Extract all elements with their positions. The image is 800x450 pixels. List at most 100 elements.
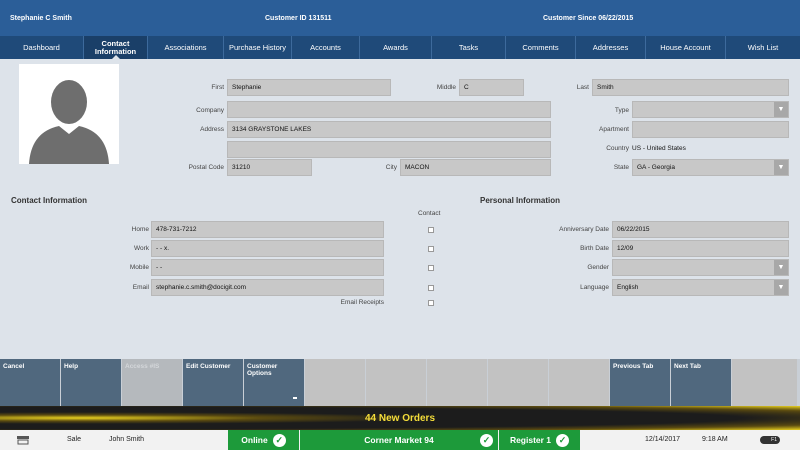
check-icon: ✓ [556, 433, 570, 447]
email-field[interactable]: stephanie.c.smith@docigit.com [151, 279, 384, 296]
customer-options-button[interactable]: Customer Options [244, 359, 304, 406]
previous-tab-button[interactable]: Previous Tab [610, 359, 670, 406]
function-toggle-label: F1 [771, 437, 777, 443]
gender-label: Gender [587, 264, 609, 271]
register-status: Register 1 ✓ [499, 430, 580, 450]
store-logo-icon [17, 436, 29, 445]
email-receipts-label: Email Receipts [340, 299, 384, 306]
empty-button-slot [427, 359, 487, 406]
edit-customer-button[interactable]: Edit Customer [183, 359, 243, 406]
address-line2-field[interactable] [227, 141, 551, 158]
language-select[interactable]: English ▼ [612, 279, 789, 296]
empty-button-slot [549, 359, 609, 406]
person-silhouette-icon [29, 80, 109, 164]
first-name-field[interactable]: Stephanie [227, 79, 391, 96]
company-label: Company [196, 107, 224, 114]
tab-tasks[interactable]: Tasks [432, 36, 506, 59]
postal-code-label: Postal Code [188, 164, 224, 171]
work-label: Work [133, 245, 149, 252]
city-label: City [385, 164, 397, 171]
check-icon: ✓ [272, 433, 286, 447]
empty-button-slot [366, 359, 426, 406]
customer-name: Stephanie C Smith [10, 15, 72, 22]
register-name: Register 1 [509, 435, 552, 445]
empty-button-slot [305, 359, 365, 406]
last-name-field[interactable]: Smith [592, 79, 789, 96]
state-label: State [613, 164, 629, 171]
company-field[interactable] [227, 101, 551, 118]
personal-information-title: Personal Information [480, 196, 561, 205]
store-name: Corner Market 94 [364, 435, 434, 445]
home-label: Home [131, 226, 149, 233]
tab-comments[interactable]: Comments [506, 36, 576, 59]
apartment-field[interactable] [632, 121, 789, 138]
gender-select[interactable]: ▼ [612, 259, 789, 276]
state-select[interactable]: GA - Georgia ▼ [632, 159, 789, 176]
tab-awards[interactable]: Awards [360, 36, 432, 59]
tab-bar: Dashboard Contact Information Associatio… [0, 36, 800, 60]
city-field[interactable]: MACON [400, 159, 551, 176]
state-value: GA - Georgia [637, 164, 675, 171]
chevron-down-icon[interactable]: ▼ [774, 260, 788, 275]
chevron-down-icon[interactable]: ▼ [774, 102, 788, 117]
function-toggle[interactable]: F1 [760, 436, 780, 444]
language-label: Language [580, 284, 609, 291]
customer-id: Customer ID 131511 [265, 15, 332, 22]
anniversary-date-label: Anniversary Date [559, 226, 609, 233]
empty-button-slot [488, 359, 548, 406]
customer-options-label: Customer Options [247, 363, 278, 377]
help-button[interactable]: Help [61, 359, 121, 406]
apartment-label: Apartment [599, 126, 629, 133]
type-select[interactable]: ▼ [632, 101, 789, 118]
menu-icon [292, 396, 298, 402]
address-label: Address [200, 126, 224, 133]
status-time: 9:18 AM [702, 436, 728, 443]
postal-code-field[interactable]: 31210 [227, 159, 312, 176]
mobile-phone-field[interactable]: - - [151, 259, 384, 276]
check-icon: ✓ [480, 433, 493, 447]
work-contact-checkbox[interactable] [428, 246, 434, 252]
status-bar: Sale John Smith Online ✓ Corner Market 9… [0, 430, 800, 450]
address-field[interactable]: 3134 GRAYSTONE LAKES [227, 121, 551, 138]
home-contact-checkbox[interactable] [428, 227, 434, 233]
tab-house-account[interactable]: House Account [646, 36, 726, 59]
email-receipts-checkbox[interactable] [428, 300, 434, 306]
action-button-bar: Cancel Help Access #IS Edit Customer Cus… [0, 359, 800, 406]
chevron-down-icon[interactable]: ▼ [774, 160, 788, 175]
tab-purchase-history[interactable]: Purchase History [224, 36, 292, 59]
last-label: Last [576, 84, 589, 91]
anniversary-date-field[interactable]: 06/22/2015 [612, 221, 789, 238]
language-value: English [617, 284, 639, 291]
new-orders-banner[interactable]: 44 New Orders [0, 406, 800, 430]
tab-contact-information[interactable]: Contact Information [84, 36, 148, 60]
home-phone-field[interactable]: 478-731-7212 [151, 221, 384, 238]
contact-column-label: Contact [418, 210, 441, 217]
store-status: Corner Market 94 ✓ [300, 430, 498, 450]
avatar [19, 64, 119, 164]
birth-date-field[interactable]: 12/09 [612, 240, 789, 257]
disabled-button: Access #IS [122, 359, 182, 406]
email-contact-checkbox[interactable] [428, 285, 434, 291]
online-status: Online ✓ [228, 430, 299, 450]
cancel-button[interactable]: Cancel [0, 359, 60, 406]
country-label: Country [606, 145, 629, 152]
customer-since: Customer Since 06/22/2015 [543, 15, 634, 22]
mobile-contact-checkbox[interactable] [428, 265, 434, 271]
tab-dashboard[interactable]: Dashboard [0, 36, 84, 59]
empty-button-slot [732, 359, 797, 406]
tab-accounts[interactable]: Accounts [292, 36, 360, 59]
type-label: Type [614, 107, 629, 114]
tab-associations[interactable]: Associations [148, 36, 224, 59]
next-tab-button[interactable]: Next Tab [671, 359, 731, 406]
first-label: First [211, 84, 224, 91]
country-value: US - United States [632, 145, 686, 152]
mobile-label: Mobile [129, 264, 149, 271]
tab-addresses[interactable]: Addresses [576, 36, 646, 59]
new-orders-text: 44 New Orders [364, 412, 436, 424]
contact-information-title: Contact Information [11, 196, 87, 205]
middle-name-field[interactable]: C [459, 79, 524, 96]
header-bar: Stephanie C Smith Customer ID 131511 Cus… [0, 0, 800, 36]
chevron-down-icon[interactable]: ▼ [774, 280, 788, 295]
work-phone-field[interactable]: - - x. [151, 240, 384, 257]
tab-wish-list[interactable]: Wish List [726, 36, 800, 59]
